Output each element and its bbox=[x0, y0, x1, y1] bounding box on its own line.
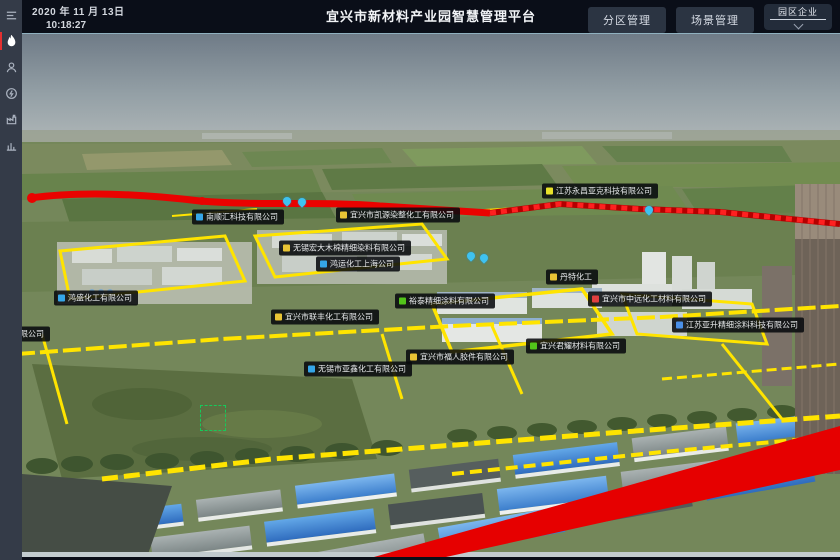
company-label[interactable]: 江苏亚升精细涂料科技有限公司 bbox=[672, 318, 804, 333]
company-label-text: 宜兴君耀材料有限公司 bbox=[540, 342, 620, 351]
company-label-text: 宜兴市联丰化工有限公司 bbox=[285, 313, 373, 322]
company-label-text: 鸿运化工上海公司 bbox=[330, 260, 394, 269]
map-label-layer: 南顺汇科技有限公司 宜兴市凯源染整化工有限公司 江苏永昌亚克科技有限公司无锡宏大木棉… bbox=[22, 34, 840, 557]
fire-icon[interactable] bbox=[0, 30, 22, 52]
selection-marker bbox=[200, 405, 226, 431]
company-label[interactable]: 环保科技有限公司 bbox=[22, 327, 50, 342]
water-drop-icon bbox=[281, 195, 292, 206]
company-label[interactable]: 宜兴君耀材料有限公司 bbox=[526, 339, 626, 354]
company-label[interactable]: 宜兴市中远化工材料有限公司 bbox=[588, 292, 712, 307]
company-label-text: 江苏亚升精细涂料科技有限公司 bbox=[686, 321, 798, 330]
water-drop-icon bbox=[296, 196, 307, 207]
factory-icon[interactable] bbox=[0, 108, 22, 130]
menu-icon[interactable] bbox=[0, 4, 22, 26]
company-marker-icon bbox=[550, 274, 557, 281]
company-label-text: 宜兴市中远化工材料有限公司 bbox=[602, 295, 706, 304]
company-label[interactable]: 无锡市亚鑫化工有限公司 bbox=[304, 362, 412, 377]
company-label-text: 鸿盛化工有限公司 bbox=[68, 294, 132, 303]
company-label[interactable]: 宜兴市凯源染整化工有限公司 bbox=[336, 208, 460, 223]
company-marker-icon bbox=[399, 298, 406, 305]
water-drop-icon bbox=[465, 250, 476, 261]
enterprise-dropdown[interactable]: 园区企业 bbox=[764, 4, 832, 30]
company-label-text: 宜兴市凯源染整化工有限公司 bbox=[350, 211, 454, 220]
company-marker-icon bbox=[196, 214, 203, 221]
sidebar bbox=[0, 0, 22, 560]
company-marker-icon bbox=[410, 354, 417, 361]
company-label-text: 无锡市亚鑫化工有限公司 bbox=[318, 365, 406, 374]
water-drop-icon bbox=[643, 204, 654, 215]
company-label-text: 南顺汇科技有限公司 bbox=[206, 213, 278, 222]
company-label-text: 宜兴市福人胶件有限公司 bbox=[420, 353, 508, 362]
chevron-down-icon bbox=[793, 19, 803, 29]
company-label-text: 无锡宏大木棉精细染料有限公司 bbox=[293, 244, 405, 253]
user-icon[interactable] bbox=[0, 56, 22, 78]
enterprise-dropdown-value: 园区企业 bbox=[778, 7, 818, 17]
company-marker-icon bbox=[592, 296, 599, 303]
company-marker-icon bbox=[676, 322, 683, 329]
company-marker-icon bbox=[530, 343, 537, 350]
company-marker-icon bbox=[308, 366, 315, 373]
company-label[interactable]: 无锡宏大木棉精细染料有限公司 bbox=[279, 241, 411, 256]
top-header: 2020 年 11 月 13日 10:18:27 宜兴市新材料产业园智慧管理平台… bbox=[22, 0, 840, 33]
zone-management-button[interactable]: 分区管理 bbox=[588, 7, 666, 33]
header-actions: 分区管理 场景管理 园区企业 bbox=[588, 4, 832, 33]
company-marker-icon bbox=[58, 295, 65, 302]
power-circle-icon[interactable] bbox=[0, 82, 22, 104]
company-label[interactable]: 江苏永昌亚克科技有限公司 bbox=[542, 184, 658, 199]
company-label-text: 江苏永昌亚克科技有限公司 bbox=[556, 187, 652, 196]
company-marker-icon bbox=[275, 314, 282, 321]
map-3d-view[interactable]: 南顺汇科技有限公司 宜兴市凯源染整化工有限公司 江苏永昌亚克科技有限公司无锡宏大木棉… bbox=[22, 33, 840, 557]
company-label[interactable]: 鸿盛化工有限公司 bbox=[54, 291, 138, 306]
company-label-text: 裕泰精细涂料有限公司 bbox=[409, 297, 489, 306]
company-label-text: 环保科技有限公司 bbox=[22, 330, 44, 339]
company-marker-icon bbox=[546, 188, 553, 195]
scene-management-button[interactable]: 场景管理 bbox=[676, 7, 754, 33]
company-label[interactable]: 鸿运化工上海公司 bbox=[316, 257, 400, 272]
company-label[interactable]: 南顺汇科技有限公司 bbox=[192, 210, 284, 225]
company-label[interactable]: 丹特化工 bbox=[546, 270, 598, 285]
company-marker-icon bbox=[340, 212, 347, 219]
company-label[interactable]: 裕泰精细涂料有限公司 bbox=[395, 294, 495, 309]
company-label[interactable]: 宜兴市福人胶件有限公司 bbox=[406, 350, 514, 365]
bar-chart-icon[interactable] bbox=[0, 134, 22, 156]
company-label[interactable]: 宜兴市联丰化工有限公司 bbox=[271, 310, 379, 325]
company-marker-icon bbox=[283, 245, 290, 252]
water-drop-icon bbox=[478, 252, 489, 263]
company-label-text: 丹特化工 bbox=[560, 273, 592, 282]
company-marker-icon bbox=[320, 261, 327, 268]
